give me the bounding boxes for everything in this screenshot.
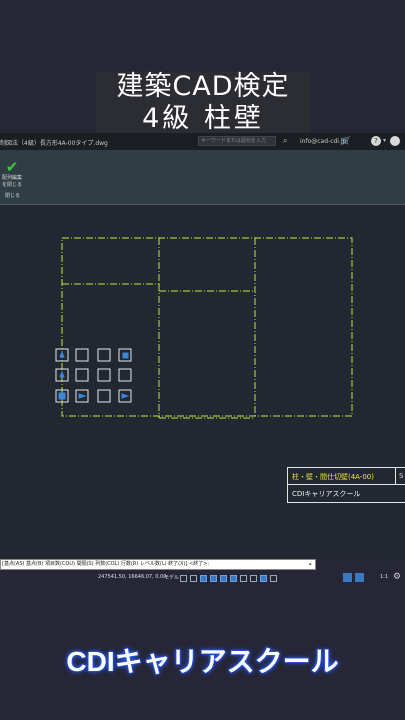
title-block-divider — [395, 468, 396, 485]
checkmark-icon: ✔ — [5, 158, 19, 176]
array-grip-up — [59, 350, 65, 358]
help-icon[interactable]: ? — [371, 136, 381, 146]
array-box — [97, 389, 111, 403]
array-grip-right — [78, 393, 87, 399]
array-corner-grip — [122, 352, 129, 359]
user-account[interactable]: info@cad-cdi.jp — [300, 138, 346, 145]
drawing-filename: 制図法（4級）長方形4A-00タイプ.dwg — [0, 140, 108, 147]
close-array-edit-label: 配列編集を閉じる — [2, 175, 23, 188]
array-box — [75, 368, 89, 382]
drawing-viewport[interactable] — [0, 206, 405, 559]
chevron-down-icon[interactable]: ▾ — [383, 137, 386, 144]
array-base-grip — [58, 392, 66, 400]
transparency-icon[interactable] — [250, 574, 257, 582]
osnap-icon[interactable] — [220, 574, 227, 582]
title-block: 柱・壁・間仕切壁(4A-00) S CDIキャリアスクール — [287, 467, 405, 503]
lineweight-icon[interactable] — [240, 574, 247, 582]
array-box — [118, 368, 132, 382]
title-block-school: CDIキャリアスクール — [292, 490, 361, 498]
ribbon-panel-label: 閉じる — [5, 193, 21, 199]
ortho-icon[interactable] — [200, 574, 207, 582]
selection-cycling-icon[interactable] — [260, 574, 267, 582]
annotation-scale[interactable]: 1:1 — [380, 574, 388, 580]
array-grip-up — [59, 370, 65, 378]
command-line[interactable]: [基点(AS) 基点(B) 項目数(COU) 間隔(S) 列数(COL) 行数(… — [0, 559, 316, 570]
brand-caption: CDIキャリアスクール — [66, 645, 340, 677]
title-block-row: 柱・壁・間仕切壁(4A-00) S — [288, 468, 405, 485]
array-box — [97, 368, 111, 382]
title-block-sheet: S — [399, 472, 404, 480]
grid-icon[interactable] — [180, 574, 187, 582]
minimize-icon[interactable] — [390, 136, 400, 146]
command-dropdown-icon[interactable]: ▴ — [309, 561, 312, 567]
model-space-button[interactable]: モデル — [164, 574, 179, 581]
array-box — [97, 348, 111, 362]
title-block-title: 柱・壁・間仕切壁(4A-00) — [292, 473, 374, 481]
array-grip-right — [121, 393, 130, 399]
ribbon: ✔ 配列編集を閉じる 閉じる — [0, 150, 405, 205]
otrack-icon[interactable] — [230, 574, 237, 582]
status-bar: 247541.50, 16646.07, 0.00 モデル 1:1 ⚙ — [0, 571, 405, 585]
polar-icon[interactable] — [210, 574, 217, 582]
array-box — [75, 348, 89, 362]
centerline-outer — [61, 237, 353, 417]
search-icon[interactable]: ⌕ — [283, 136, 292, 146]
video-title-line1: 建築CAD検定 — [96, 72, 310, 104]
video-title-line2: 4級 柱壁 — [96, 104, 310, 135]
search-input[interactable]: キーワードまたは語句を入力 — [198, 136, 276, 146]
annotation-icon[interactable] — [270, 574, 277, 582]
snap-icon[interactable] — [190, 574, 197, 582]
drawing-canvas[interactable] — [0, 206, 405, 559]
annotation-tools — [343, 573, 364, 582]
annotation-scale-icon[interactable] — [343, 573, 352, 582]
coordinate-readout: 247541.50, 16646.07, 0.00 — [98, 574, 167, 580]
status-toggles — [180, 573, 277, 583]
app-titlebar: 制図法（4級）長方形4A-00タイプ.dwg キーワードまたは語句を入力 ⌕ i… — [0, 133, 405, 150]
cart-icon[interactable]: 🛒 — [341, 136, 351, 145]
gear-icon[interactable]: ⚙ — [393, 572, 401, 582]
command-prompt: [基点(AS) 基点(B) 項目数(COU) 間隔(S) 列数(COL) 行数(… — [2, 561, 210, 567]
annotation-visibility-icon[interactable] — [355, 573, 364, 582]
